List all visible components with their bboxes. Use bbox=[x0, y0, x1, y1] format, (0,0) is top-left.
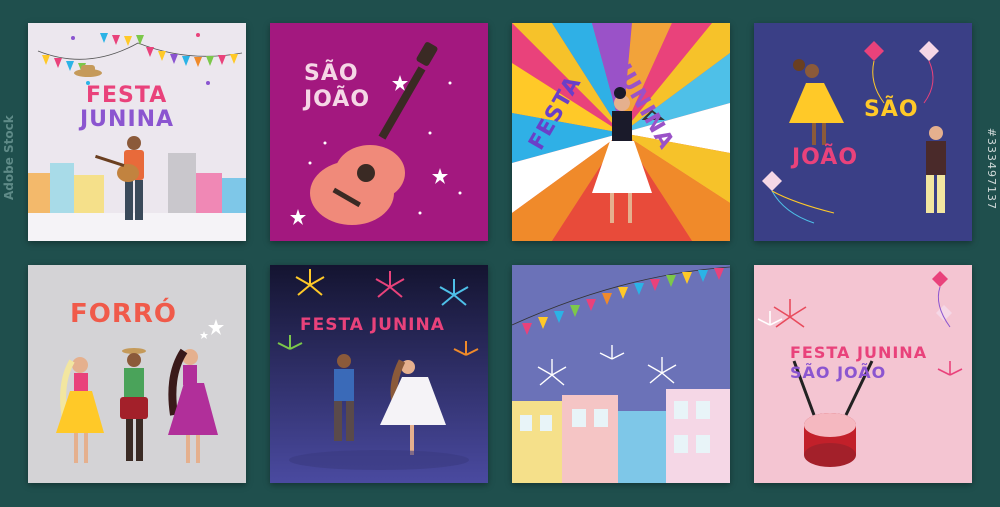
watermark-brand: Adobe Stock bbox=[2, 115, 16, 200]
card-festa-junina-sunburst[interactable]: FESTA JUNINA bbox=[512, 23, 730, 241]
card-8-title-line1: FESTA JUNINA bbox=[790, 343, 928, 362]
card-forro[interactable]: FORRÓ bbox=[28, 265, 246, 483]
bunting-flags bbox=[522, 268, 724, 335]
card-4-title-line2: JOÃO bbox=[792, 145, 859, 170]
female-dancer bbox=[789, 59, 844, 145]
card-4-title-line1: SÃO bbox=[864, 97, 919, 122]
card-festa-junina-fireworks[interactable]: FESTA JUNINA bbox=[270, 265, 488, 483]
card-festa-junina-drum[interactable]: FESTA JUNINA SÃO JOÃO bbox=[754, 265, 972, 483]
colorful-houses bbox=[512, 389, 730, 483]
fireworks bbox=[537, 345, 677, 386]
card-7-illustration bbox=[512, 266, 730, 483]
card-sao-joao-guitar[interactable]: SÃO JOÃO bbox=[270, 23, 488, 241]
card-festa-junina-guitarist[interactable]: FESTA JUNINA bbox=[28, 23, 246, 241]
card-1-title-line2: JUNINA bbox=[80, 107, 175, 132]
card-6-title: FESTA JUNINA bbox=[300, 315, 445, 335]
card-8-title-line2: SÃO JOÃO bbox=[790, 363, 887, 382]
card-2-illustration bbox=[290, 42, 462, 225]
bunting-flags bbox=[42, 47, 238, 73]
card-houses-bunting[interactable] bbox=[512, 265, 730, 483]
card-4-illustration bbox=[762, 41, 946, 224]
card-5-illustration bbox=[56, 319, 224, 463]
stars bbox=[200, 319, 224, 339]
card-sao-joao-dancers[interactable]: SÃO JOÃO bbox=[754, 23, 972, 241]
woman-yellow-skirt bbox=[56, 357, 104, 463]
bunting-flags-top bbox=[100, 33, 144, 46]
straw-hat-icon bbox=[74, 65, 102, 77]
drummer-man bbox=[120, 348, 148, 461]
card-6-illustration bbox=[270, 265, 488, 483]
card-1-illustration bbox=[28, 33, 246, 241]
woman-purple-dress bbox=[168, 348, 218, 463]
card-1-title-line1: FESTA bbox=[86, 83, 168, 108]
stock-id-label: #333497137 bbox=[985, 127, 998, 210]
male-dancer bbox=[926, 126, 946, 213]
card-2-title-line2: JOÃO bbox=[304, 87, 371, 112]
card-2-title-line1: SÃO bbox=[304, 61, 359, 86]
card-5-title: FORRÓ bbox=[70, 299, 178, 329]
kites bbox=[762, 41, 939, 224]
kites bbox=[932, 271, 952, 328]
